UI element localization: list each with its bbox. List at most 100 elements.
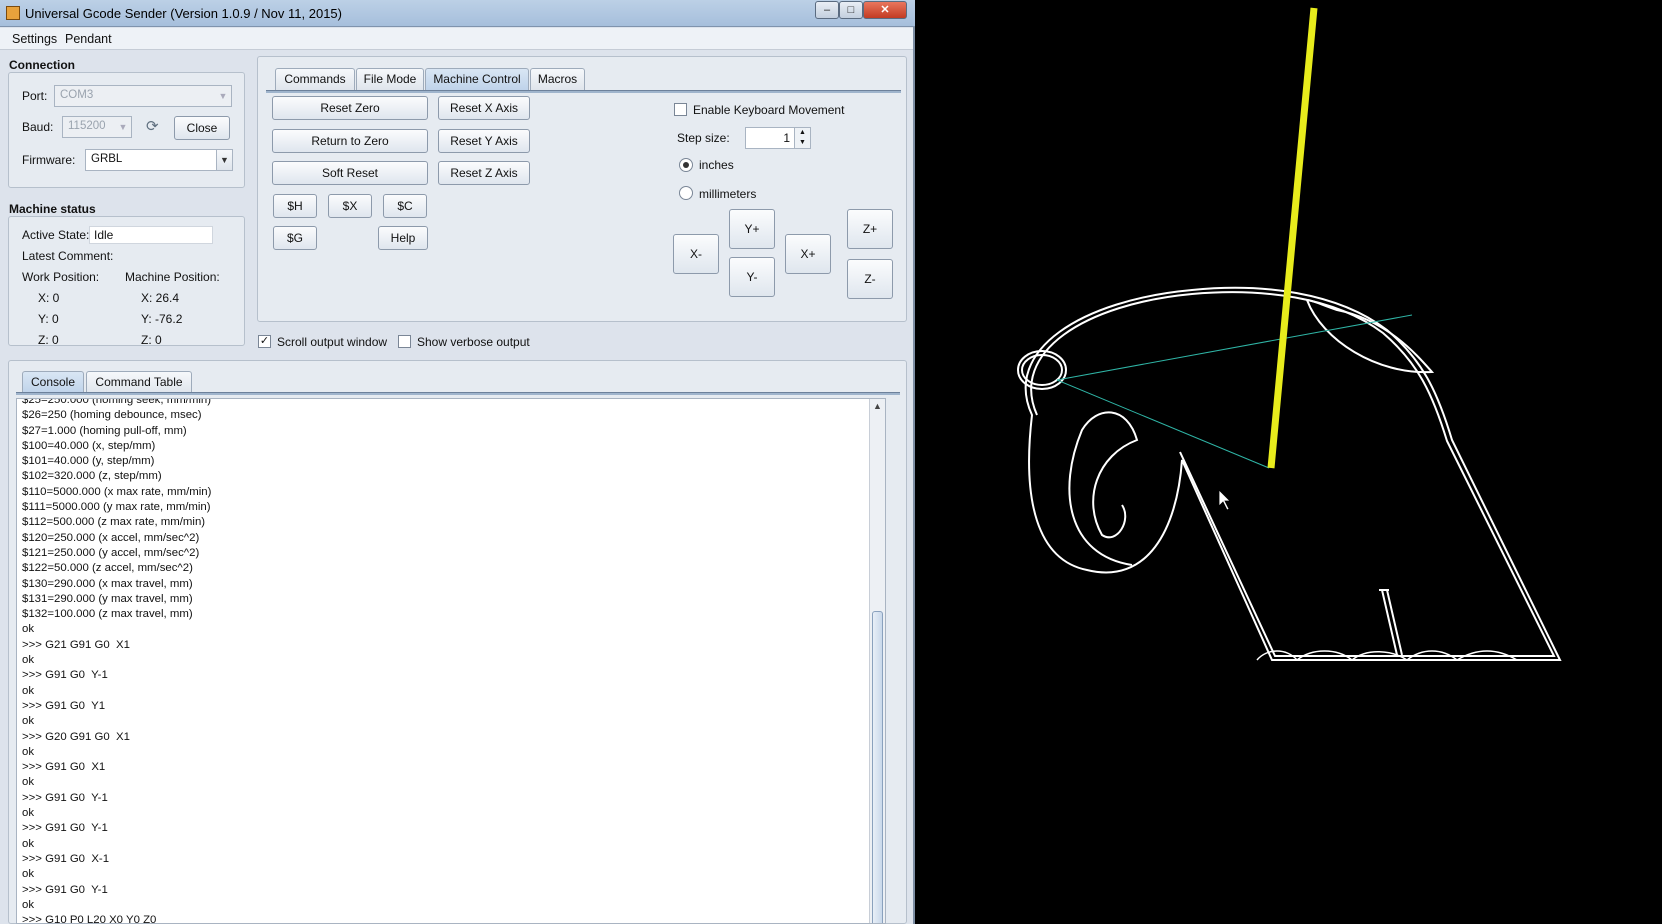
spinner-arrows-icon[interactable]: ▲ ▼ <box>794 128 810 148</box>
firmware-label: Firmware: <box>22 153 76 167</box>
console-line: $100=40.000 (x, step/mm) <box>22 439 156 452</box>
console-lines: $25=250.000 (homing seek, mm/min) $26=250… <box>22 398 212 923</box>
chevron-down-icon: ▼ <box>216 150 232 170</box>
console-line: >>> G91 G0 X1 <box>22 761 106 774</box>
machine-z: Z: 0 <box>141 333 162 347</box>
enable-keyboard-checkbox[interactable] <box>674 103 687 116</box>
jog-y-minus-button[interactable]: Y- <box>729 257 775 297</box>
console-line: $122=50.000 (z accel, mm/sec^2) <box>22 562 193 575</box>
baud-label: Baud: <box>22 120 54 134</box>
home-button[interactable]: $H <box>273 194 317 218</box>
reset-zero-button[interactable]: Reset Zero <box>272 96 428 120</box>
console-line: ok <box>22 654 35 667</box>
active-state-value: Idle <box>89 226 213 244</box>
inches-label: inches <box>699 158 734 172</box>
machine-status-title: Machine status <box>9 202 96 216</box>
reset-x-axis-button[interactable]: Reset X Axis <box>438 96 530 120</box>
console-line: >>> G91 G0 Y-1 <box>22 822 108 835</box>
verbose-output-label: Show verbose output <box>417 335 530 349</box>
console-line: $131=290.000 (y max travel, mm) <box>22 592 193 605</box>
jog-x-minus-button[interactable]: X- <box>673 234 719 274</box>
tab-command-table[interactable]: Command Table <box>86 371 192 393</box>
menu-settings[interactable]: Settings <box>12 32 57 46</box>
console-line: $112=500.000 (z max rate, mm/min) <box>22 516 206 529</box>
console-line: ok <box>22 898 35 911</box>
port-value: COM3 <box>60 89 94 101</box>
active-state-label: Active State: <box>22 228 90 242</box>
console-line: >>> G91 G0 X-1 <box>22 852 110 865</box>
reset-y-axis-button[interactable]: Reset Y Axis <box>438 129 530 153</box>
console-line: $130=290.000 (x max travel, mm) <box>22 577 193 590</box>
console-scrollbar[interactable]: ▲ <box>869 399 885 923</box>
help-button[interactable]: Help <box>378 226 428 250</box>
jog-x-plus-button[interactable]: X+ <box>785 234 831 274</box>
maximize-button[interactable]: □ <box>839 1 863 19</box>
tab-macros[interactable]: Macros <box>530 68 585 90</box>
baud-value: 115200 <box>68 120 106 132</box>
elephant-outline-inner <box>1030 291 1556 657</box>
console-line: ok <box>22 623 35 636</box>
console-line: $121=250.000 (y accel, mm/sec^2) <box>22 546 200 559</box>
latest-comment-label: Latest Comment: <box>22 249 114 263</box>
tab-file-mode[interactable]: File Mode <box>356 68 424 90</box>
scroll-output-checkbox[interactable]: ✓ <box>258 335 271 348</box>
scrollbar-thumb[interactable] <box>872 611 883 923</box>
chevron-down-icon: ▼ <box>218 91 228 101</box>
console-line: $111=5000.000 (y max rate, mm/min) <box>22 501 211 514</box>
console-line: ok <box>22 868 35 881</box>
menu-bar: Settings Pendant <box>0 28 913 50</box>
port-select[interactable]: COM3 ▼ <box>54 85 232 107</box>
console-line: $27=1.000 (homing pull-off, mm) <box>22 424 187 437</box>
check-mode-button[interactable]: $C <box>383 194 427 218</box>
console-line: ok <box>22 745 35 758</box>
rapid-moves <box>1056 314 1413 469</box>
console-line: >>> G91 G0 Y-1 <box>22 669 108 682</box>
console-line: $110=5000.000 (x max rate, mm/min) <box>22 485 212 498</box>
kill-alarm-button[interactable]: $X <box>328 194 372 218</box>
title-bar[interactable]: Universal Gcode Sender (Version 1.0.9 / … <box>0 0 915 27</box>
verbose-output-checkbox[interactable] <box>398 335 411 348</box>
jog-z-plus-button[interactable]: Z+ <box>847 209 893 249</box>
jog-z-minus-button[interactable]: Z- <box>847 259 893 299</box>
work-z: Z: 0 <box>38 333 59 347</box>
tab-machine-control[interactable]: Machine Control <box>425 68 529 90</box>
close-connection-button[interactable]: Close <box>174 116 230 140</box>
inches-radio[interactable] <box>679 158 693 172</box>
console-line: $26=250 (homing debounce, msec) <box>22 409 202 422</box>
console-line: $25=250.000 (homing seek, mm/min) <box>22 398 211 406</box>
tab-console[interactable]: Console <box>22 371 84 393</box>
visualizer-panel[interactable] <box>917 0 1662 924</box>
refresh-icon[interactable]: ⟳ <box>146 117 159 135</box>
millimeters-radio[interactable] <box>679 186 693 200</box>
scroll-up-icon[interactable]: ▲ <box>870 401 885 415</box>
firmware-select[interactable]: GRBL ▼ <box>85 149 233 171</box>
millimeters-label: millimeters <box>699 187 757 201</box>
step-size-spinner[interactable]: 1 ▲ ▼ <box>745 127 811 149</box>
close-window-button[interactable]: ✕ <box>863 1 907 19</box>
elephant-outline <box>1024 286 1562 661</box>
console-output[interactable]: $25=250.000 (homing seek, mm/min) $26=250… <box>16 398 886 924</box>
console-tab-divider <box>16 392 900 395</box>
console-line: >>> G21 G91 G0 X1 <box>22 638 130 651</box>
chevron-down-icon: ▼ <box>118 122 128 132</box>
console-line: ok <box>22 807 35 820</box>
toolpath-canvas <box>1017 7 1562 662</box>
jog-y-plus-button[interactable]: Y+ <box>729 209 775 249</box>
connection-title: Connection <box>9 58 75 72</box>
parser-state-button[interactable]: $G <box>273 226 317 250</box>
return-to-zero-button[interactable]: Return to Zero <box>272 129 428 153</box>
console-line: $132=100.000 (z max travel, mm) <box>22 608 193 621</box>
firmware-value: GRBL <box>91 153 123 165</box>
step-size-label: Step size: <box>677 131 730 145</box>
soft-reset-button[interactable]: Soft Reset <box>272 161 428 185</box>
machine-x: X: 26.4 <box>141 291 180 305</box>
trunk-curl <box>1068 411 1139 566</box>
reset-z-axis-button[interactable]: Reset Z Axis <box>438 161 530 185</box>
console-line: $120=250.000 (x accel, mm/sec^2) <box>22 531 200 544</box>
baud-select[interactable]: 115200 ▼ <box>62 116 132 138</box>
tab-commands[interactable]: Commands <box>275 68 355 90</box>
menu-pendant[interactable]: Pendant <box>65 32 112 46</box>
console-line: ok <box>22 715 35 728</box>
minimize-button[interactable]: – <box>815 1 839 19</box>
work-position-label: Work Position: <box>22 270 100 284</box>
